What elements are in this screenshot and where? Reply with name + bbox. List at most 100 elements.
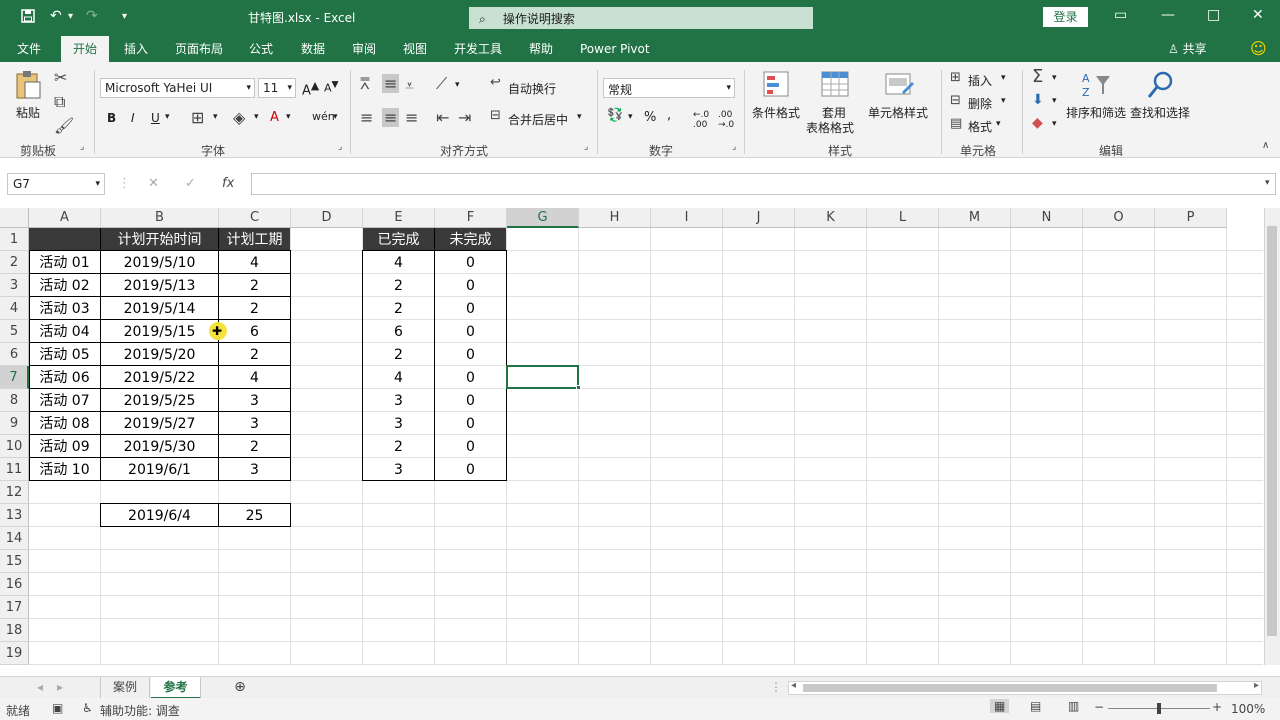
chevron-down-icon[interactable]: ▾ xyxy=(455,80,460,90)
row-header[interactable]: 1 xyxy=(0,228,29,251)
chevron-down-icon[interactable]: ▾ xyxy=(165,112,170,122)
insert-cells-button[interactable]: 插入 xyxy=(968,72,992,89)
find-select-button[interactable]: 查找和选择 xyxy=(1130,70,1192,140)
column-header[interactable]: P xyxy=(1155,208,1227,228)
row-header[interactable]: 5 xyxy=(0,320,29,343)
cell[interactable]: 已完成 xyxy=(363,228,434,251)
row-header[interactable]: 17 xyxy=(0,596,29,619)
fill-handle[interactable] xyxy=(576,385,581,390)
undo-icon[interactable]: ↶ xyxy=(50,8,62,24)
borders-icon[interactable]: ⊞ xyxy=(191,108,204,127)
copy-icon[interactable]: ⧉ xyxy=(54,92,65,112)
row-header[interactable]: 19 xyxy=(0,642,29,665)
cut-icon[interactable]: ✂ xyxy=(54,68,67,87)
accessibility-status[interactable]: 辅助功能: 调查 xyxy=(100,702,180,719)
number-format-select[interactable]: 常规 ▾ xyxy=(603,78,735,98)
merge-center-icon[interactable]: ⊟ xyxy=(490,108,501,123)
increase-font-icon[interactable]: A▲ xyxy=(302,79,319,98)
row-header[interactable]: 4 xyxy=(0,297,29,320)
normal-view-icon[interactable]: ▦ xyxy=(990,699,1010,713)
row-header[interactable]: 11 xyxy=(0,458,29,481)
format-cells-button[interactable]: 格式 xyxy=(968,118,992,135)
column-header[interactable]: F xyxy=(435,208,507,228)
align-left-icon[interactable]: ≡ xyxy=(360,108,373,127)
cell[interactable] xyxy=(29,228,100,251)
format-as-table-button[interactable]: 套用 表格格式 xyxy=(806,70,866,140)
sort-filter-button[interactable]: AZ 排序和筛选 xyxy=(1066,70,1128,140)
chevron-down-icon[interactable]: ▾ xyxy=(628,112,633,122)
tab-formulas[interactable]: 公式 xyxy=(249,36,273,62)
row-header[interactable]: 16 xyxy=(0,573,29,596)
tab-data[interactable]: 数据 xyxy=(301,36,325,62)
tab-page-layout[interactable]: 页面布局 xyxy=(175,36,223,62)
zoom-slider-thumb[interactable] xyxy=(1157,703,1161,714)
insert-function-icon[interactable]: fx xyxy=(222,176,234,191)
chevron-down-icon[interactable]: ▾ xyxy=(333,112,338,122)
underline-button[interactable]: U xyxy=(151,111,160,125)
add-sheet-icon[interactable]: ⊕ xyxy=(228,677,252,699)
dialog-launcher-icon[interactable]: ⌟ xyxy=(338,142,342,152)
dialog-launcher-icon[interactable]: ⌟ xyxy=(80,142,84,152)
decrease-font-icon[interactable]: A▼ xyxy=(324,79,339,95)
row-header[interactable]: 10 xyxy=(0,435,29,458)
dialog-launcher-icon[interactable]: ⌟ xyxy=(732,142,736,152)
scroll-right-icon[interactable]: ▸ xyxy=(1254,680,1259,691)
delete-cells-icon[interactable]: ⊟ xyxy=(950,93,961,108)
save-icon[interactable] xyxy=(20,8,36,28)
row-header[interactable]: 3 xyxy=(0,274,29,297)
ribbon-display-options-icon[interactable]: ▭ xyxy=(1114,7,1127,23)
tab-power-pivot[interactable]: Power Pivot xyxy=(580,36,650,62)
column-header[interactable]: G xyxy=(507,208,579,228)
column-header[interactable]: D xyxy=(291,208,363,228)
sheet-tab-case[interactable]: 案例 xyxy=(100,677,150,699)
chevron-down-icon[interactable]: ▾ xyxy=(1052,96,1057,106)
chevron-down-icon[interactable]: ▾ xyxy=(1001,96,1006,106)
maximize-icon[interactable]: □ xyxy=(1207,7,1220,23)
increase-decimal-icon[interactable]: ←.0.00 xyxy=(693,110,709,130)
share-button[interactable]: ♙ 共享 xyxy=(1168,36,1207,62)
row-header[interactable]: 2 xyxy=(0,251,29,274)
column-header[interactable]: N xyxy=(1011,208,1083,228)
chevron-down-icon[interactable]: ▾ xyxy=(1052,73,1057,83)
splitter-handle[interactable]: ⋮ xyxy=(770,677,782,699)
decrease-decimal-icon[interactable]: .00 →.0 xyxy=(718,110,734,130)
minimize-icon[interactable]: — xyxy=(1161,7,1175,23)
active-cell-selection[interactable] xyxy=(506,365,579,389)
macro-record-icon[interactable]: ▣ xyxy=(52,701,63,715)
name-box[interactable]: G7 ▾ xyxy=(7,173,105,195)
tell-me-search[interactable]: ⌕ 操作说明搜索 xyxy=(469,7,813,29)
row-header[interactable]: 14 xyxy=(0,527,29,550)
row-header[interactable]: 13 xyxy=(0,504,29,527)
font-name-select[interactable]: Microsoft YaHei UI ▾ xyxy=(100,78,255,98)
phonetic-icon[interactable]: wén xyxy=(312,110,335,123)
accounting-format-icon[interactable]: 💱 xyxy=(607,108,623,123)
chevron-down-icon[interactable]: ▾ xyxy=(1001,73,1006,83)
percent-button[interactable]: % xyxy=(644,110,656,125)
font-size-select[interactable]: 11 ▾ xyxy=(258,78,296,98)
insert-cells-icon[interactable]: ⊞ xyxy=(950,70,961,85)
sheet-tab-reference[interactable]: 参考 xyxy=(151,677,201,699)
tab-review[interactable]: 审阅 xyxy=(352,36,376,62)
row-header[interactable]: 18 xyxy=(0,619,29,642)
column-header[interactable]: H xyxy=(579,208,651,228)
chevron-down-icon[interactable]: ▾ xyxy=(577,112,582,122)
column-header[interactable]: I xyxy=(651,208,723,228)
conditional-formatting-button[interactable]: 条件格式 xyxy=(752,70,804,140)
column-header[interactable]: E xyxy=(363,208,435,228)
align-right-icon[interactable]: ≡ xyxy=(405,108,418,127)
row-header[interactable]: 8 xyxy=(0,389,29,412)
chevron-down-icon[interactable]: ▾ xyxy=(286,112,291,122)
row-header[interactable]: 12 xyxy=(0,481,29,504)
chevron-down-icon[interactable]: ▾ xyxy=(1052,119,1057,129)
cell[interactable]: 计划工期 xyxy=(219,228,290,251)
clear-icon[interactable]: ◆ xyxy=(1032,115,1043,131)
merge-center-button[interactable]: 合并后居中 xyxy=(508,111,568,128)
expand-formula-icon[interactable]: ▾ xyxy=(1265,178,1270,188)
zoom-in-icon[interactable]: + xyxy=(1212,700,1222,714)
bottom-align-icon[interactable]: ⩡ xyxy=(405,76,414,96)
bold-button[interactable]: B xyxy=(107,111,116,125)
delete-cells-button[interactable]: 删除 xyxy=(968,95,992,112)
format-painter-icon[interactable]: 🖌 xyxy=(54,116,74,135)
align-center-icon[interactable]: ≡ xyxy=(382,108,400,127)
column-header[interactable]: K xyxy=(795,208,867,228)
